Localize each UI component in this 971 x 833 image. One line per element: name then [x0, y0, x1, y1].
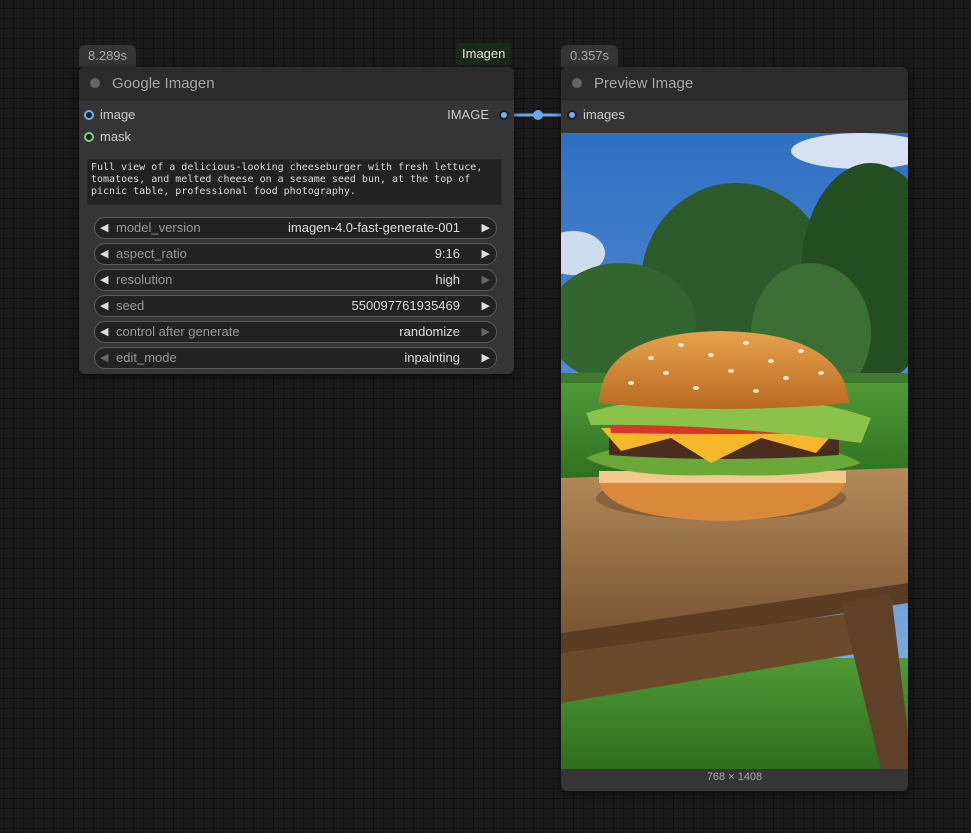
output-slot-image[interactable]: IMAGE: [429, 106, 509, 124]
widget-value: randomize: [399, 324, 460, 339]
widget-value: 550097761935469: [351, 298, 460, 313]
input-dot-icon[interactable]: [84, 110, 94, 120]
collapse-dot-icon[interactable]: [572, 78, 582, 88]
widget-value: imagen-4.0-fast-generate-001: [288, 220, 460, 235]
preview-image[interactable]: [561, 133, 908, 769]
widget-resolution[interactable]: ◀ resolution high ▶: [94, 269, 497, 291]
widget-label: control after generate: [116, 324, 240, 339]
increment-arrow-icon[interactable]: ▶: [482, 218, 490, 238]
decrement-arrow-icon[interactable]: ◀: [100, 322, 108, 342]
input-label: images: [583, 107, 625, 122]
input-dot-icon[interactable]: [84, 132, 94, 142]
widget-label: edit_mode: [116, 350, 177, 365]
input-label: image: [100, 107, 136, 122]
increment-arrow-icon[interactable]: ▶: [482, 348, 490, 368]
group-tag[interactable]: Imagen: [456, 43, 512, 65]
widget-value: inpainting: [404, 350, 460, 365]
widget-model-version[interactable]: ◀ model_version imagen-4.0-fast-generate…: [94, 217, 497, 239]
execution-time-badge: 8.289s: [79, 45, 137, 67]
increment-arrow-icon[interactable]: ▶: [482, 244, 490, 264]
google-imagen-node[interactable]: Google Imagen image mask IMAGE Full view…: [79, 67, 514, 374]
node-title-bar[interactable]: Preview Image: [561, 67, 908, 100]
decrement-arrow-icon[interactable]: ◀: [100, 218, 108, 238]
widget-aspect-ratio[interactable]: ◀ aspect_ratio 9:16 ▶: [94, 243, 497, 265]
input-label: mask: [100, 129, 132, 144]
widget-value: 9:16: [434, 246, 460, 261]
image-dimensions: 768 × 1408: [706, 771, 763, 783]
decrement-arrow-icon[interactable]: ◀: [100, 348, 108, 368]
node-title: Preview Image: [594, 75, 694, 92]
collapse-dot-icon[interactable]: [90, 78, 100, 88]
execution-time-badge: 0.357s: [561, 45, 619, 67]
widget-value: high: [435, 272, 460, 287]
decrement-arrow-icon[interactable]: ◀: [100, 296, 108, 316]
widget-label: resolution: [116, 272, 173, 287]
widget-control-after-generate[interactable]: ◀ control after generate randomize ▶: [94, 321, 497, 343]
prompt-textarea[interactable]: Full view of a delicious-looking cheeseb…: [87, 159, 502, 205]
node-title: Google Imagen: [112, 75, 215, 92]
widget-seed[interactable]: ◀ seed 550097761935469 ▶: [94, 295, 497, 317]
output-label: IMAGE: [447, 107, 489, 122]
widget-label: aspect_ratio: [116, 246, 187, 261]
widget-label: seed: [116, 298, 145, 313]
preview-image-node[interactable]: Preview Image images 768 × 1408: [561, 67, 908, 791]
cheeseburger-photo: [561, 133, 908, 769]
link-midpoint[interactable]: [533, 110, 543, 120]
input-dot-icon[interactable]: [567, 110, 577, 120]
node-title-bar[interactable]: Google Imagen: [79, 67, 514, 100]
increment-arrow-icon[interactable]: ▶: [482, 270, 490, 290]
increment-arrow-icon[interactable]: ▶: [482, 296, 490, 316]
widget-label: model_version: [116, 220, 201, 235]
increment-arrow-icon[interactable]: ▶: [482, 322, 490, 342]
decrement-arrow-icon[interactable]: ◀: [100, 270, 108, 290]
decrement-arrow-icon[interactable]: ◀: [100, 244, 108, 264]
output-dot-icon[interactable]: [499, 110, 509, 120]
widget-edit-mode[interactable]: ◀ edit_mode inpainting ▶: [94, 347, 497, 369]
